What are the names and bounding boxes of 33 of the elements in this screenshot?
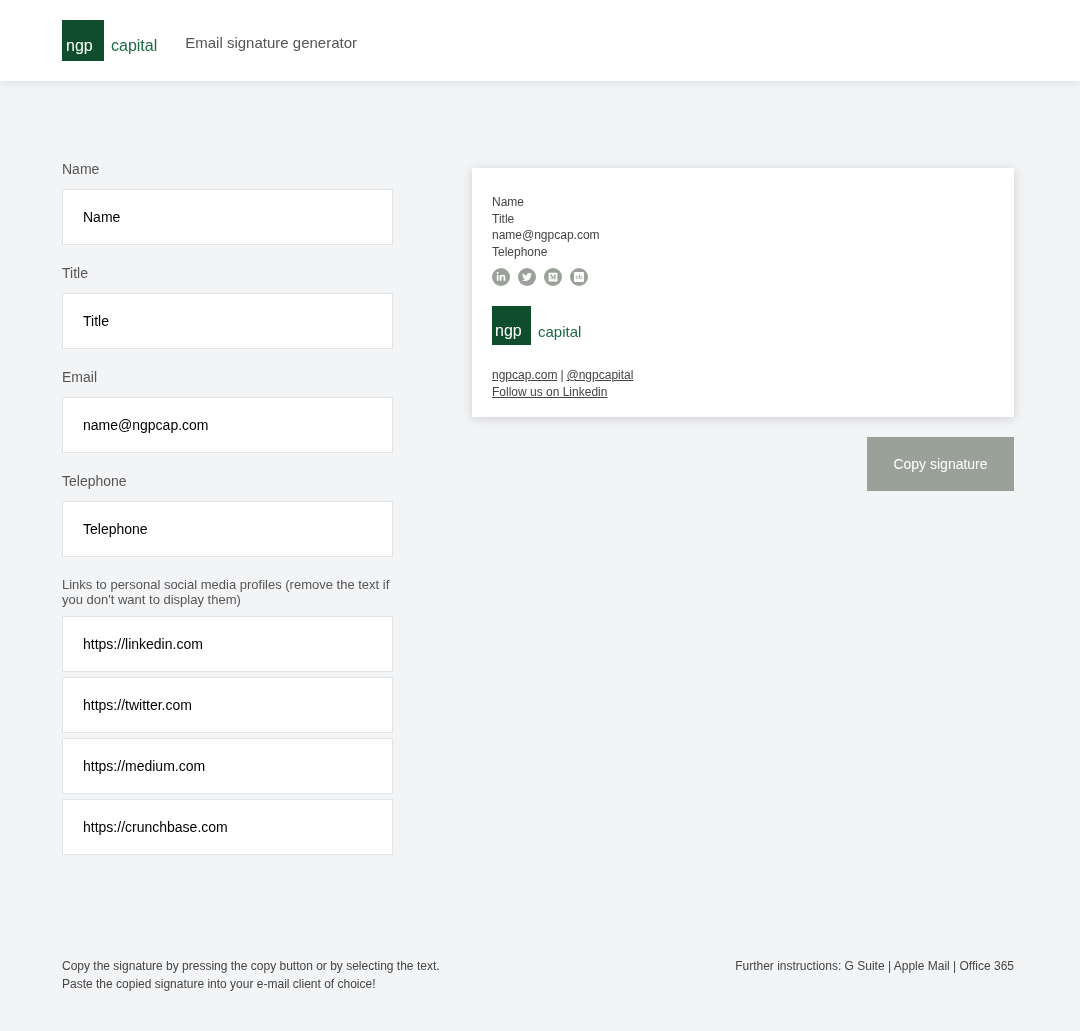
separator-text: | bbox=[560, 367, 564, 384]
twitter-handle-link[interactable]: @ngpcapital bbox=[566, 367, 634, 384]
signature-line: Name bbox=[492, 194, 525, 211]
field-label: Title bbox=[62, 264, 89, 283]
field-label: Name bbox=[62, 160, 101, 179]
text-field[interactable]: Name bbox=[62, 189, 393, 245]
signature-line: Title bbox=[492, 210, 516, 227]
social-icon[interactable] bbox=[492, 268, 510, 286]
text-field[interactable]: https://linkedin.com bbox=[62, 616, 393, 672]
text-field[interactable]: https://crunchbase.com bbox=[62, 799, 393, 855]
logo-mark: ngp bbox=[62, 20, 104, 61]
text-field[interactable]: Title bbox=[62, 293, 393, 349]
field-label: Email bbox=[62, 368, 98, 387]
help-text: Paste the copied signature into your e-mail client of choice! bbox=[62, 975, 377, 993]
instructions-text: Further instructions: G Suite | Apple Mail | Office 365 bbox=[735, 958, 1014, 975]
linkedin-link[interactable]: Follow us on Linkedin bbox=[492, 383, 608, 400]
signature-line: name@ngpcap.com bbox=[492, 227, 601, 244]
text-field[interactable]: https://medium.com bbox=[62, 738, 393, 794]
field-label: Telephone bbox=[62, 472, 128, 491]
text-field[interactable]: https://twitter.com bbox=[62, 677, 393, 733]
social-icon[interactable] bbox=[544, 268, 562, 286]
website-link[interactable]: ngpcap.com bbox=[492, 367, 558, 384]
field-label: Links to personal social media profiles (remove the text if you don't want to display them) bbox=[62, 577, 391, 607]
logo-mark: ngp bbox=[492, 306, 531, 345]
logo-wordmark: capital bbox=[538, 321, 582, 342]
help-text: Copy the signature by pressing the copy button or by selecting the text. bbox=[62, 958, 440, 975]
text-field[interactable]: Telephone bbox=[62, 501, 393, 557]
signature-line: Telephone bbox=[492, 243, 549, 260]
social-icon[interactable] bbox=[570, 268, 588, 286]
page-title: Email signature generator bbox=[185, 33, 357, 54]
bird-icon[interactable] bbox=[518, 268, 536, 286]
logo-wordmark: capital bbox=[111, 36, 158, 56]
text-field[interactable]: name@ngpcap.com bbox=[62, 397, 393, 453]
